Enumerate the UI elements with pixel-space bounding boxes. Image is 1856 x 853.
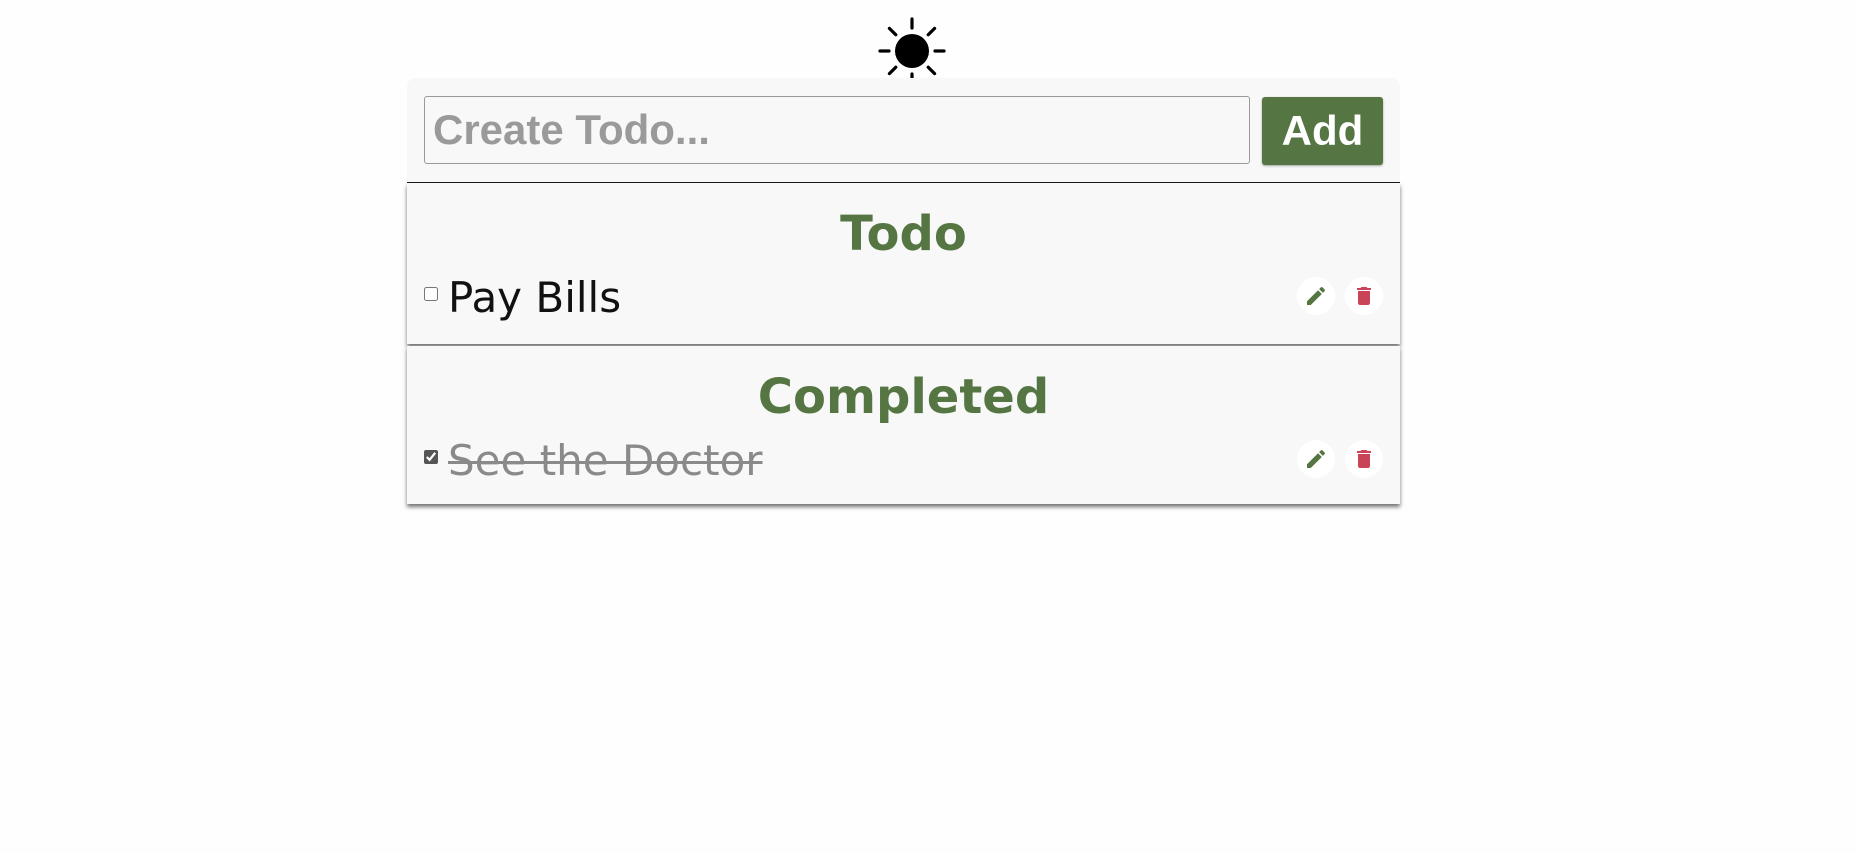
- create-todo-input[interactable]: [424, 96, 1250, 164]
- pencil-icon: [1304, 447, 1328, 471]
- pencil-icon: [1304, 284, 1328, 308]
- delete-completed-button[interactable]: [1345, 440, 1383, 478]
- todo-app: Add Todo Pay Bills Completed See the Doc…: [407, 78, 1400, 504]
- edit-completed-button[interactable]: [1297, 440, 1335, 478]
- todo-item: Pay Bills: [424, 273, 1383, 325]
- todo-item-checkbox[interactable]: [424, 287, 438, 301]
- completed-item: See the Doctor: [424, 436, 1383, 488]
- trash-icon: [1352, 447, 1376, 471]
- completed-section-title: Completed: [757, 369, 1050, 425]
- completed-item-checkbox[interactable]: [424, 450, 438, 464]
- trash-icon: [1352, 284, 1376, 308]
- todo-section: Todo Pay Bills: [407, 183, 1400, 344]
- completed-section: Completed See the Doctor: [407, 346, 1400, 504]
- todo-section-title: Todo: [840, 206, 967, 262]
- create-todo-bar: Add: [407, 78, 1400, 183]
- sun-icon: [877, 16, 947, 86]
- delete-todo-button[interactable]: [1345, 277, 1383, 315]
- todo-item-text: Pay Bills: [448, 273, 622, 322]
- completed-item-text: See the Doctor: [448, 436, 763, 485]
- add-button[interactable]: Add: [1262, 97, 1383, 165]
- theme-toggle-button[interactable]: [877, 16, 947, 86]
- edit-todo-button[interactable]: [1297, 277, 1335, 315]
